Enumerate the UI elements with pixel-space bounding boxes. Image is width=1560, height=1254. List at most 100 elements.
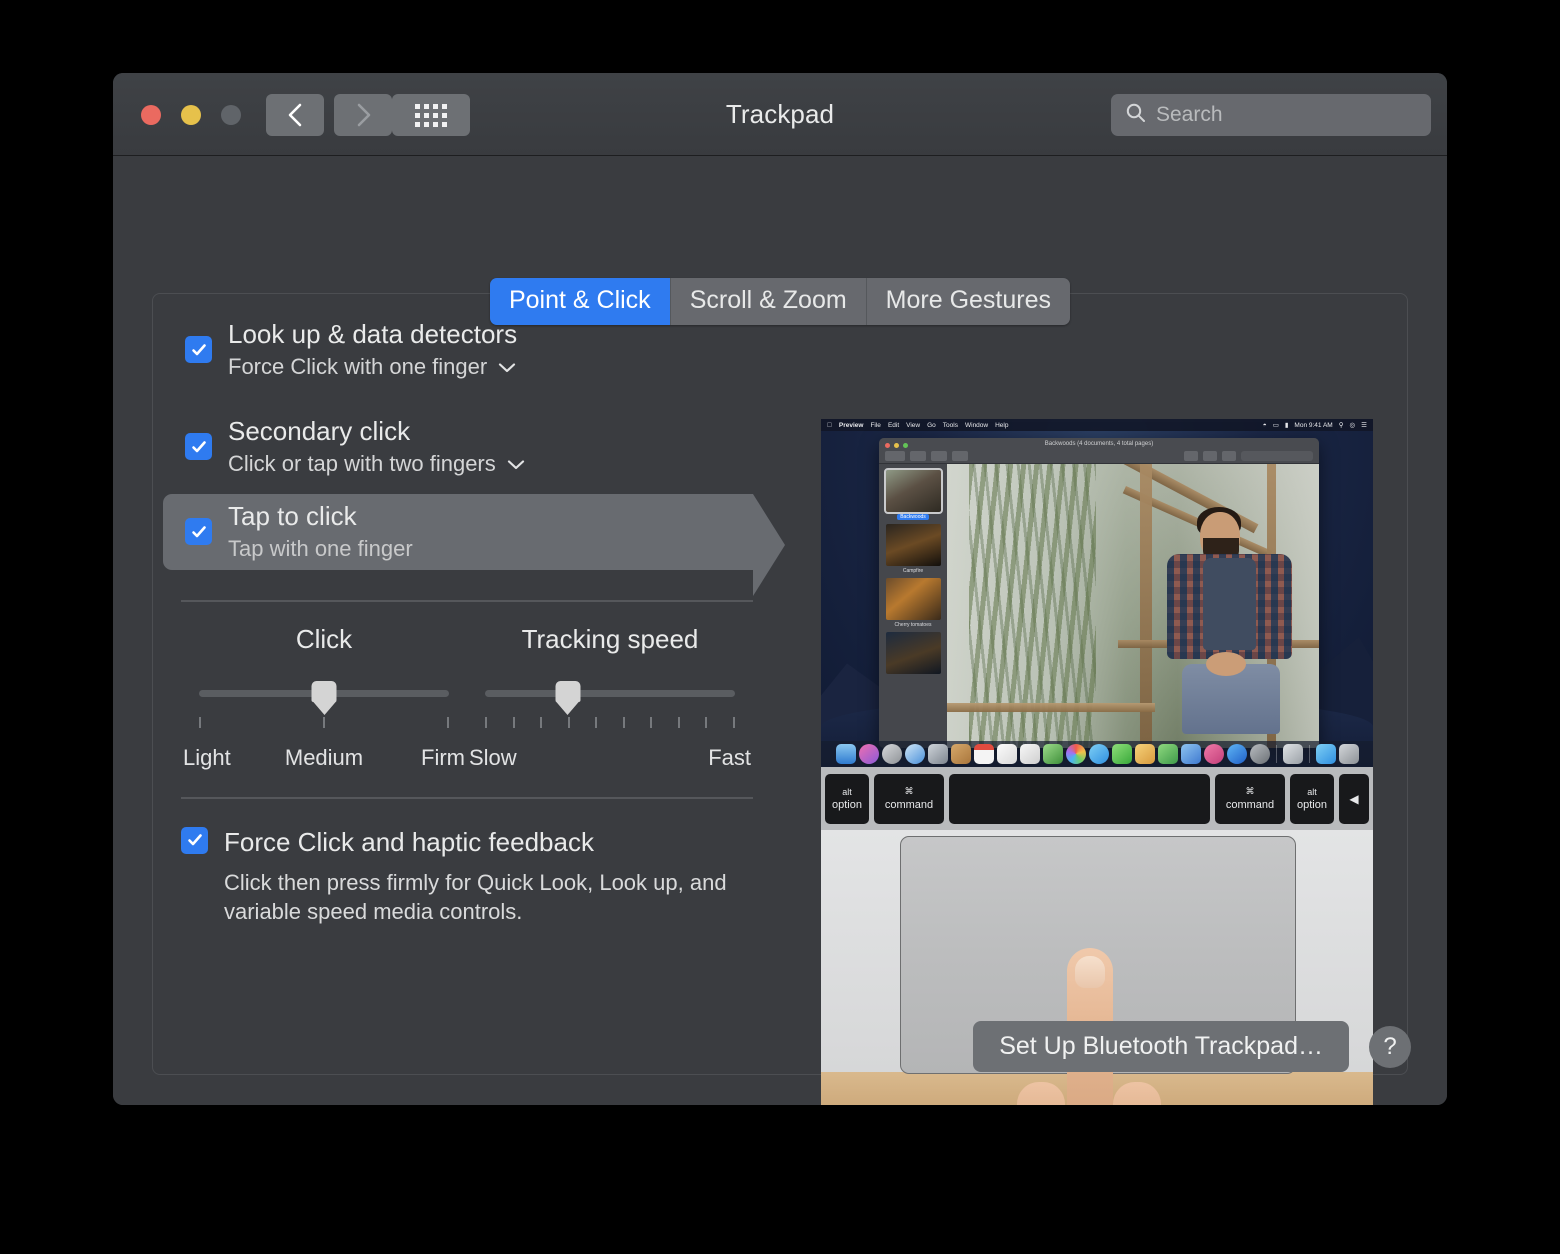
key-command-right: ⌘ command [1215,773,1285,824]
annotate-icon [1222,451,1236,461]
dock-icon-maps [1042,744,1063,764]
tracking-speed-slider-track[interactable] [485,689,735,697]
dock-icon-messages [1088,744,1109,764]
menubar-item-tools: Tools [937,421,958,429]
option-tap-to-click[interactable]: Tap to click Tap with one finger [163,494,785,597]
set-up-bluetooth-trackpad-button[interactable]: Set Up Bluetooth Trackpad… [973,1021,1349,1072]
gesture-preview-media:  Preview File Edit View Go Tools Window… [821,419,1373,1105]
scale-label-fast: Fast [708,744,751,770]
preview-app-titlebar: Backwoods (4 documents, 4 total pages) [879,438,1319,464]
tracking-speed-slider-scale: Slow Fast [467,745,753,771]
dock-icon-keynote [1180,744,1201,764]
checkbox-force-click[interactable] [181,826,208,854]
key-bottom-label: command [884,799,934,811]
key-spacebar [949,773,1210,824]
search-placeholder: Search [1156,103,1223,126]
dock-icon-siri [858,744,879,764]
preview-keyboard-row: alt option ⌘ command ⌘ command alt optio… [821,767,1373,830]
fingernail [1075,956,1105,988]
airplay-icon: ▭ [1272,422,1279,429]
dock-icon-safari [904,744,925,764]
dock-icon-photos [1065,744,1086,764]
dock-icon-trash [1338,744,1359,764]
preview-app-window: Backwoods (4 documents, 4 total pages) B… [879,438,1319,748]
option-subtitle: Force Click with one finger [228,353,488,379]
markup-icon [1184,451,1198,461]
preview-sidebar: Backwoods Campfire Cherry tomatoes [879,464,947,748]
key-bottom-label: option [1297,798,1327,811]
key-top-label: ⌘ [904,786,914,796]
dock-icon-system-preferences [1249,744,1270,764]
tracking-speed-slider-label: Tracking speed [521,623,699,654]
option-popup-look-up[interactable]: Force Click with one finger [228,354,517,379]
tracking-speed-slider-thumb[interactable] [555,680,580,715]
preview-dock [821,741,1373,767]
menubar-item-view: View [901,421,920,429]
menubar-item-go: Go [922,421,936,429]
control-center-icon: ☰ [1361,422,1367,429]
bottom-button-bar: Set Up Bluetooth Trackpad… ? [973,1021,1411,1072]
click-slider[interactable] [199,680,449,729]
key-bottom-label: option [832,798,862,811]
dock-icon-app-store [1226,744,1247,764]
sidebar-toggle-icon [885,451,905,461]
checkbox-tap-to-click[interactable] [185,518,212,546]
dock-icon-reminders [1019,744,1040,764]
preview-thumbnail-backwoods: Backwoods [883,468,943,520]
zoom-out-icon [910,451,926,461]
dock-icon-launchpad [881,744,902,764]
tab-point-and-click[interactable]: Point & Click [489,278,671,325]
tab-bar: Point & Click Scroll & Zoom More Gesture… [113,278,1447,325]
dock-icon-numbers [1157,744,1178,764]
option-title: Secondary click [228,416,411,447]
preview-toolbar-right [1184,451,1313,461]
thumbnail-label: Cherry tomatoes [894,622,932,628]
preview-thumbnail-cherry-tomatoes: Cherry tomatoes [884,578,942,628]
preview-thumbnail-campfire: Campfire [884,524,942,574]
checkbox-secondary-click[interactable] [185,433,212,461]
battery-icon: ▮ [1284,422,1289,429]
option-secondary-click[interactable]: Secondary click Click or tap with two fi… [173,409,803,484]
preview-toolbar-left [885,451,968,461]
dock-icon-finder [835,744,856,764]
preview-search-field [1241,451,1313,461]
option-popup-secondary-click[interactable]: Click or tap with two fingers [228,451,526,476]
menubar-item-edit: Edit [883,421,899,429]
arrow-left-icon: ◀ [1349,791,1359,806]
preview-menubar:  Preview File Edit View Go Tools Window… [821,419,1373,431]
menubar-item-app: Preview [834,421,864,429]
tracking-speed-slider[interactable] [485,680,735,729]
click-slider-thumb[interactable] [311,680,337,715]
share-icon [952,451,968,461]
dock-icon-itunes [1203,744,1224,764]
click-slider-scale: Light Medium Firm [181,745,467,771]
checkbox-look-up-data-detectors[interactable] [185,336,212,364]
tracking-speed-slider-ticks [485,716,735,728]
key-command-left: ⌘ command [874,773,944,824]
options-column: Look up & data detectors Force Click wit… [163,312,803,927]
search-icon [1125,102,1147,129]
dock-icon-mail [927,744,948,764]
preview-document-title: Backwoods (4 documents, 4 total pages) [1044,441,1154,447]
thumbnail-label: Backwoods [897,514,929,520]
rotate-icon [1203,451,1217,461]
chevron-down-icon [506,451,526,476]
siri-icon: ◎ [1349,422,1356,429]
spotlight-icon: ⚲ [1338,422,1344,429]
tab-scroll-and-zoom[interactable]: Scroll & Zoom [670,278,867,325]
key-top-label: alt [1307,786,1317,797]
force-click-block: Force Click and haptic feedback Click th… [181,799,803,927]
dock-icon-calendar [973,744,994,764]
search-field[interactable]: Search [1111,94,1431,136]
trackpad-preferences-window: Trackpad Search Point & Click Scroll & Z… [113,73,1447,1105]
help-button[interactable]: ? [1369,1025,1411,1068]
photo-subject-person [1155,507,1304,748]
click-slider-ticks [199,716,449,728]
tab-more-gestures[interactable]: More Gestures [866,278,1071,325]
preview-document-image [947,464,1319,748]
option-title: Tap to click [228,501,357,532]
click-slider-group: Click Light Medium Firm [181,624,467,771]
menubar-clock: Mon 9:41 AM [1294,421,1333,429]
option-subtitle: Click or tap with two fingers [228,451,496,477]
tracking-speed-slider-group: Tracking speed Slow Fast [467,624,753,771]
